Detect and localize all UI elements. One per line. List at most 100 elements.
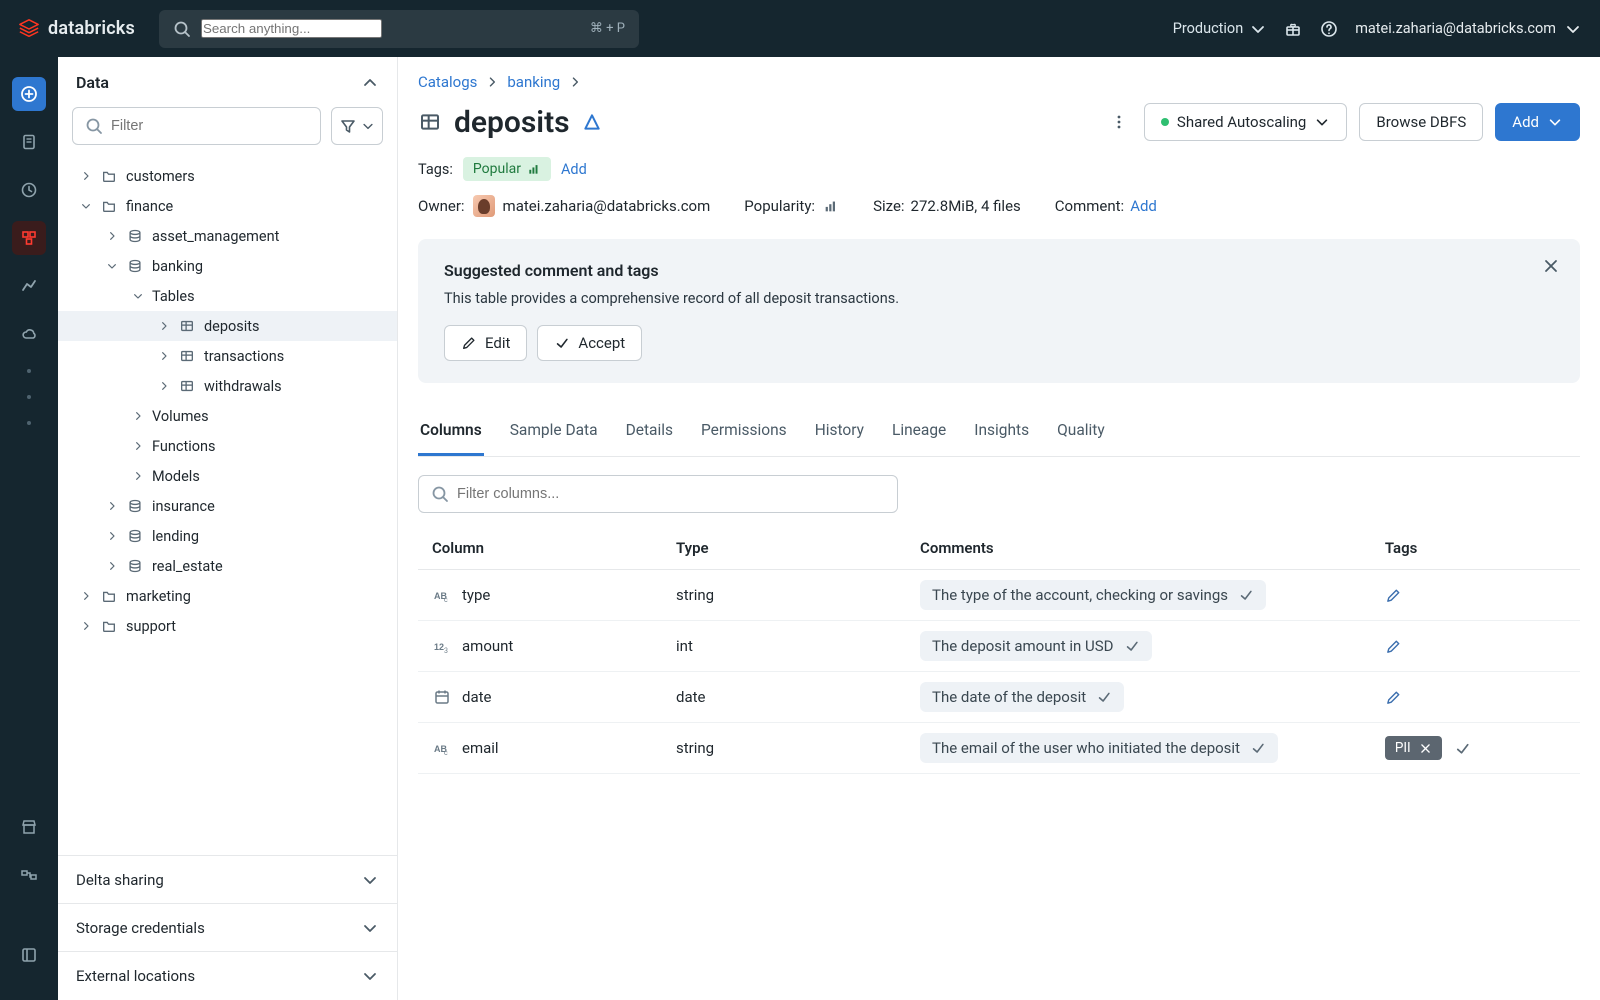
rail-data[interactable] xyxy=(12,221,46,255)
edit-tags-icon[interactable] xyxy=(1385,689,1402,706)
more-menu[interactable] xyxy=(1106,109,1132,135)
help-icon[interactable] xyxy=(1319,19,1339,39)
column-comment[interactable]: The email of the user who initiated the … xyxy=(920,733,1278,763)
browse-dbfs-button[interactable]: Browse DBFS xyxy=(1359,103,1483,141)
chevron-down-icon xyxy=(361,919,379,937)
search-icon xyxy=(173,20,191,38)
column-comment[interactable]: The type of the account, checking or sav… xyxy=(920,580,1266,610)
page-title: deposits xyxy=(454,105,602,140)
tab-quality[interactable]: Quality xyxy=(1055,411,1107,456)
global-search[interactable]: ⌘ + P xyxy=(159,10,639,48)
tab-history[interactable]: History xyxy=(813,411,866,456)
user-menu[interactable]: matei.zaharia@databricks.com xyxy=(1355,20,1582,38)
chevron-down-icon xyxy=(361,967,379,985)
section-label: Delta sharing xyxy=(76,871,164,889)
tab-columns[interactable]: Columns xyxy=(418,411,484,456)
tree-node-real-estate[interactable]: real_estate xyxy=(58,551,397,581)
tab-permissions[interactable]: Permissions xyxy=(699,411,789,456)
tree-node-deposits[interactable]: deposits xyxy=(58,311,397,341)
tree-filter-options[interactable] xyxy=(331,107,383,145)
tree-node-withdrawals[interactable]: withdrawals xyxy=(58,371,397,401)
column-type-icon xyxy=(432,637,452,655)
edit-tags-icon[interactable] xyxy=(1385,638,1402,655)
tree-node-marketing[interactable]: marketing xyxy=(58,581,397,611)
tree-node-insurance[interactable]: insurance xyxy=(58,491,397,521)
breadcrumb-catalogs[interactable]: Catalogs xyxy=(418,73,477,91)
section-external-locations[interactable]: External locations xyxy=(58,952,397,1000)
close-suggestion[interactable] xyxy=(1542,257,1560,275)
tab-details[interactable]: Details xyxy=(624,411,675,456)
search-shortcut: ⌘ + P xyxy=(590,21,625,36)
tab-insights[interactable]: Insights xyxy=(972,411,1031,456)
add-comment-link[interactable]: Add xyxy=(1130,197,1157,215)
comment-text: The type of the account, checking or sav… xyxy=(932,586,1228,604)
column-comment[interactable]: The date of the deposit xyxy=(920,682,1124,712)
column-comment[interactable]: The deposit amount in USD xyxy=(920,631,1151,661)
search-input[interactable] xyxy=(201,19,382,38)
tree-node-functions[interactable]: Functions xyxy=(58,431,397,461)
tree-node-customers[interactable]: customers xyxy=(58,161,397,191)
tree-node-tables[interactable]: Tables xyxy=(58,281,397,311)
approve-tag-icon[interactable] xyxy=(1454,740,1471,757)
tree-node-lending[interactable]: lending xyxy=(58,521,397,551)
environment-selector[interactable]: Production xyxy=(1173,20,1268,38)
th-column: Column xyxy=(418,527,662,570)
check-icon xyxy=(1250,740,1266,756)
column-name: amount xyxy=(462,637,513,655)
side-panel: Data customers finance asset_management … xyxy=(58,57,398,1000)
edit-suggestion-button[interactable]: Edit xyxy=(444,325,527,361)
edit-tags-icon[interactable] xyxy=(1385,587,1402,604)
add-button[interactable]: Add xyxy=(1495,103,1580,141)
rail-ml[interactable] xyxy=(12,269,46,303)
breadcrumb-banking[interactable]: banking xyxy=(507,73,560,91)
rail-toggle-panel[interactable] xyxy=(12,938,46,972)
database-icon xyxy=(127,528,143,544)
folder-icon xyxy=(101,198,117,214)
column-dtype: date xyxy=(662,672,906,723)
tree-filter[interactable] xyxy=(72,107,321,145)
chevron-down-icon xyxy=(361,117,375,135)
column-dtype: int xyxy=(662,621,906,672)
tab-sample-data[interactable]: Sample Data xyxy=(508,411,600,456)
column-tag[interactable]: PII xyxy=(1385,736,1442,760)
tag-popular[interactable]: Popular xyxy=(463,157,551,181)
rail-workspace[interactable] xyxy=(12,125,46,159)
tree-node-asset-management[interactable]: asset_management xyxy=(58,221,397,251)
add-tag-link[interactable]: Add xyxy=(561,161,587,178)
funnel-icon xyxy=(339,117,357,135)
rail-marketplace[interactable] xyxy=(12,810,46,844)
chevron-right-icon xyxy=(158,379,170,393)
rail-recents[interactable] xyxy=(12,173,46,207)
comment-text: The date of the deposit xyxy=(932,688,1086,706)
size-field: Size: 272.8MiB, 4 files xyxy=(873,197,1021,215)
panel-icon xyxy=(20,946,38,964)
section-delta-sharing[interactable]: Delta sharing xyxy=(58,856,397,904)
tree-node-support[interactable]: support xyxy=(58,611,397,641)
database-icon xyxy=(127,258,143,274)
brand-logo[interactable]: databricks xyxy=(18,18,135,40)
rail-workflows[interactable] xyxy=(12,858,46,892)
status-dot-icon xyxy=(1161,118,1169,126)
rail-cloud[interactable] xyxy=(12,317,46,351)
chevron-right-icon xyxy=(132,409,144,423)
left-rail xyxy=(0,57,58,1000)
chevron-down-icon xyxy=(1314,114,1330,130)
tree-node-finance[interactable]: finance xyxy=(58,191,397,221)
tree-filter-input[interactable] xyxy=(111,118,308,134)
tree-node-models[interactable]: Models xyxy=(58,461,397,491)
tab-lineage[interactable]: Lineage xyxy=(890,411,948,456)
gift-icon[interactable] xyxy=(1283,19,1303,39)
comment-label: Comment: xyxy=(1055,197,1124,215)
columns-table: Column Type Comments Tags typestring The… xyxy=(418,527,1580,774)
rail-create[interactable] xyxy=(12,77,46,111)
accept-suggestion-button[interactable]: Accept xyxy=(537,325,642,361)
side-panel-header[interactable]: Data xyxy=(58,57,397,107)
column-filter-input[interactable] xyxy=(457,486,885,502)
tree-node-transactions[interactable]: transactions xyxy=(58,341,397,371)
tree-node-volumes[interactable]: Volumes xyxy=(58,401,397,431)
section-storage-credentials[interactable]: Storage credentials xyxy=(58,904,397,952)
column-filter[interactable] xyxy=(418,475,898,513)
cluster-selector[interactable]: Shared Autoscaling xyxy=(1144,103,1347,141)
tree-node-banking[interactable]: banking xyxy=(58,251,397,281)
store-icon xyxy=(20,818,38,836)
